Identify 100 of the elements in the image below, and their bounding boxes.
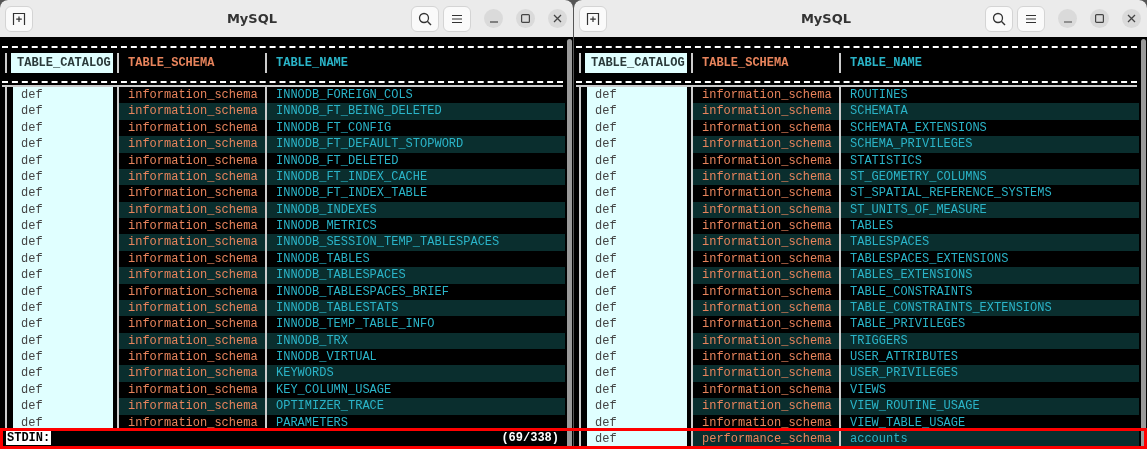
table-cell: def: [5, 349, 113, 366]
table-cell: information_schema: [691, 136, 839, 153]
table-cell: information_schema: [691, 299, 839, 317]
new-tab-button[interactable]: [579, 5, 607, 32]
table-cell: def: [5, 201, 113, 218]
table-cell: INNODB_TRX: [265, 332, 565, 349]
minimize-button[interactable]: [1058, 9, 1077, 28]
close-icon: [553, 14, 562, 23]
column-header: TABLE_SCHEMA: [117, 53, 265, 73]
column-header: TABLE_NAME: [265, 53, 565, 73]
table-cell: information_schema: [117, 136, 265, 153]
minimize-button[interactable]: [484, 9, 503, 28]
table-cell: def: [5, 283, 113, 300]
column-header: TABLE_SCHEMA: [691, 53, 839, 73]
table-cell: information_schema: [117, 201, 265, 218]
column-header: TABLE_NAME: [839, 53, 1139, 73]
column-header: TABLE_CATALOG: [579, 53, 687, 73]
window-title: MySQL: [225, 11, 279, 26]
table-cell: def: [579, 316, 687, 333]
table-cell: def: [5, 316, 113, 333]
table-cell: ST_UNITS_OF_MEASURE: [839, 201, 1139, 218]
table-cell: INNODB_INDEXES: [265, 201, 565, 218]
search-button[interactable]: [985, 5, 1013, 32]
table-cell: information_schema: [691, 398, 839, 415]
table-cell: OPTIMIZER_TRACE: [265, 398, 565, 415]
table-cell: def: [5, 381, 113, 399]
table-cell: information_schema: [117, 332, 265, 349]
table-cell: USER_PRIVILEGES: [839, 365, 1139, 382]
table-cell: information_schema: [117, 398, 265, 415]
table-cell: ST_GEOMETRY_COLUMNS: [839, 168, 1139, 186]
maximize-button[interactable]: [1090, 9, 1109, 28]
table-cell: TABLE_CONSTRAINTS_EXTENSIONS: [839, 299, 1139, 317]
close-icon: [1127, 14, 1136, 23]
table-cell: def: [579, 218, 687, 235]
table-cell: INNODB_FT_BEING_DELETED: [265, 103, 565, 120]
search-icon: [418, 11, 432, 26]
table-cell: def: [5, 168, 113, 186]
scrollbar[interactable]: [567, 39, 572, 449]
table-cell: information_schema: [691, 267, 839, 284]
table-cell: def: [579, 234, 687, 251]
table-cell: INNODB_TABLESTATS: [265, 299, 565, 317]
menu-icon: [1025, 13, 1037, 24]
search-icon: [992, 11, 1006, 26]
table-cell: information_schema: [117, 103, 265, 120]
maximize-button[interactable]: [516, 9, 535, 28]
table-cell: def: [579, 365, 687, 382]
table-cell: def: [579, 398, 687, 415]
table-cell: TABLES_EXTENSIONS: [839, 267, 1139, 284]
table-cell: def: [5, 218, 113, 235]
table-cell: def: [5, 119, 113, 137]
table-cell: def: [5, 332, 113, 349]
table-cell: def: [579, 152, 687, 169]
table-cell: SCHEMATA: [839, 103, 1139, 120]
menu-icon: [451, 13, 463, 24]
table-cell: SCHEMA_PRIVILEGES: [839, 136, 1139, 153]
table-cell: INNODB_FT_DEFAULT_STOPWORD: [265, 136, 565, 153]
search-button[interactable]: [411, 5, 439, 32]
minimize-icon: [489, 20, 498, 23]
table-cell: TABLESPACES: [839, 234, 1139, 251]
table-cell: def: [5, 398, 113, 415]
close-button[interactable]: [1122, 9, 1141, 28]
table-cell: def: [579, 430, 687, 448]
minimize-icon: [1063, 20, 1072, 23]
table-cell: def: [5, 87, 113, 104]
table-cell: information_schema: [691, 168, 839, 186]
table-cell: information_schema: [117, 414, 265, 431]
table-cell: information_schema: [691, 201, 839, 218]
window-title: MySQL: [799, 11, 853, 26]
table-cell: def: [579, 119, 687, 137]
new-tab-button[interactable]: [5, 5, 33, 32]
table-cell: TRIGGERS: [839, 332, 1139, 349]
table-cell: def: [5, 414, 113, 431]
scrollbar[interactable]: [1141, 39, 1146, 449]
table-cell: def: [579, 381, 687, 399]
column-header: TABLE_CATALOG: [5, 53, 113, 73]
table-cell: information_schema: [691, 103, 839, 120]
table-cell: information_schema: [117, 267, 265, 284]
table-cell: information_schema: [691, 332, 839, 349]
close-button[interactable]: [548, 9, 567, 28]
table-cell: VIEW_ROUTINE_USAGE: [839, 398, 1139, 415]
table-cell: def: [5, 234, 113, 251]
table-cell: KEYWORDS: [265, 365, 565, 382]
table-cell: def: [5, 136, 113, 153]
menu-button[interactable]: [1017, 5, 1045, 32]
table-cell: information_schema: [691, 365, 839, 382]
table-cell: INNODB_FT_INDEX_CACHE: [265, 168, 565, 186]
table-cell: def: [579, 185, 687, 202]
table-cell: def: [579, 349, 687, 366]
table-cell: def: [5, 267, 113, 284]
table-cell: def: [579, 87, 687, 104]
table-cell: def: [5, 185, 113, 202]
new-tab-icon: [586, 11, 600, 26]
table-cell: information_schema: [117, 365, 265, 382]
table-cell: def: [579, 168, 687, 186]
menu-button[interactable]: [443, 5, 471, 32]
row-position: (69/338): [501, 431, 559, 446]
table-cell: def: [579, 136, 687, 153]
new-tab-icon: [12, 11, 26, 26]
table-cell: information_schema: [117, 234, 265, 251]
table-cell: def: [5, 299, 113, 317]
